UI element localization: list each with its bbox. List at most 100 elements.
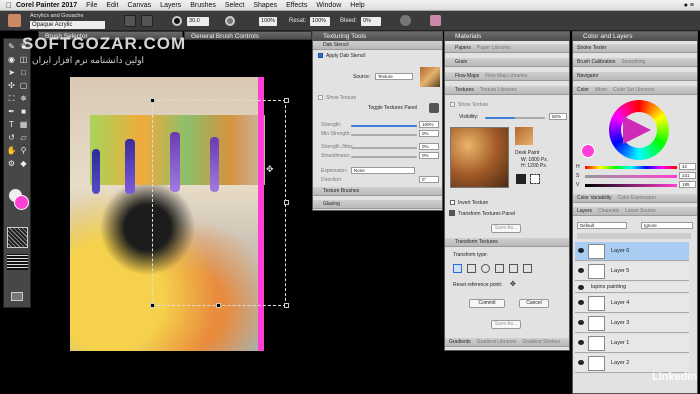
glazing-header[interactable]: Glazing: [313, 200, 442, 209]
hue-slider[interactable]: [585, 166, 677, 169]
lasso-icon[interactable]: ✣: [6, 80, 17, 91]
color-expression-tab[interactable]: Color Expression: [618, 195, 656, 201]
menu-canvas[interactable]: Canvas: [127, 2, 151, 9]
visibility-eye-icon[interactable]: [578, 300, 584, 305]
eraser-icon[interactable]: ◫: [18, 54, 29, 65]
brush-calibration-header[interactable]: Brush Calibration Smoothing: [573, 58, 697, 67]
direction-value[interactable]: 0°: [419, 176, 439, 183]
menu-file[interactable]: File: [86, 2, 97, 9]
menu-window[interactable]: Window: [316, 2, 341, 9]
menu-brushes[interactable]: Brushes: [190, 2, 216, 9]
reset-tool-icon[interactable]: [124, 15, 136, 27]
menu-help[interactable]: Help: [350, 2, 364, 9]
grain-header[interactable]: Grain: [445, 58, 569, 67]
commit-button[interactable]: Commit: [469, 299, 505, 308]
grabber-icon[interactable]: ✋: [6, 145, 17, 156]
textures-tab[interactable]: Textures: [455, 87, 474, 93]
transform-textures-header[interactable]: Transform Textures: [445, 238, 569, 247]
transform-icon[interactable]: □: [18, 67, 29, 78]
source-select[interactable]: Texture: [375, 73, 413, 80]
smoothness-track[interactable]: [351, 156, 417, 158]
gradients-header[interactable]: Gradients Gradient Libraries Gradient Stro…: [445, 338, 569, 347]
apple-icon[interactable]: : [6, 1, 12, 10]
strength-jitter-track[interactable]: [351, 147, 417, 149]
flow-maps-header[interactable]: Flow Maps Flow Map Libraries: [445, 72, 569, 81]
texture-library-preview[interactable]: [450, 127, 509, 188]
flow-maps-tab[interactable]: Flow Maps: [455, 73, 479, 79]
brush-variant-select[interactable]: Opaque Acrylic: [30, 21, 105, 29]
materials-title[interactable]: Materials: [445, 32, 569, 41]
brush-tool-icon[interactable]: ✎: [6, 41, 17, 52]
transform-handle[interactable]: [150, 98, 155, 103]
color-variability-tab[interactable]: Color Variability: [577, 195, 612, 201]
channels-tab[interactable]: Channels: [598, 208, 619, 214]
layer-row-layer-4[interactable]: Layer 4: [575, 294, 689, 313]
strength-value[interactable]: 100%: [419, 121, 439, 128]
show-texture-checkbox[interactable]: [318, 95, 323, 100]
show-texture-materials-checkbox[interactable]: [450, 102, 455, 107]
transform-handle[interactable]: [150, 303, 155, 308]
pen-icon[interactable]: ✒: [6, 106, 17, 117]
dab-preview-icon[interactable]: [400, 15, 411, 26]
transform-handle[interactable]: [284, 200, 289, 205]
visibility-value[interactable]: 50%: [549, 113, 567, 120]
composite-method-select[interactable]: Default: [577, 222, 627, 229]
transform-handle[interactable]: [284, 98, 289, 103]
layer-row-layer-1[interactable]: Layer 1: [575, 334, 689, 353]
magnifier-icon[interactable]: ⚲: [18, 145, 29, 156]
paper-swatch[interactable]: [7, 227, 28, 248]
skew-transform-icon[interactable]: [495, 264, 504, 273]
size-field[interactable]: 30.0: [187, 17, 209, 26]
gradient-libraries-tab[interactable]: Gradient Libraries: [477, 339, 517, 345]
h-value[interactable]: 42: [679, 163, 696, 170]
bleed-field[interactable]: 0%: [361, 17, 381, 26]
mirror-icon[interactable]: ▱: [18, 132, 29, 143]
cloner-icon[interactable]: ⚙: [6, 158, 17, 169]
papers-tab[interactable]: Papers: [455, 45, 471, 51]
rotate-transform-icon[interactable]: [481, 264, 490, 273]
menu-select[interactable]: Select: [225, 2, 244, 9]
color-wheel[interactable]: [609, 100, 669, 160]
texture-import-icon[interactable]: [516, 174, 526, 184]
layers-header[interactable]: Layers Channels Lasso Source: [573, 207, 697, 216]
cancel-button[interactable]: Cancel: [519, 299, 549, 308]
main-color-swatch[interactable]: [581, 144, 595, 158]
foreground-color-swatch[interactable]: [14, 195, 29, 210]
color-set-libraries-tab[interactable]: Color Set Libraries: [613, 87, 654, 93]
save-as-texture-button[interactable]: Save As...: [491, 224, 521, 233]
stroke-tester-header[interactable]: Stroke Tester: [573, 44, 697, 53]
menu-edit[interactable]: Edit: [106, 2, 118, 9]
transform-save-as-button[interactable]: Save As...: [491, 320, 521, 329]
distort-transform-icon[interactable]: [509, 264, 518, 273]
smoothing-tab[interactable]: Smoothing: [621, 59, 645, 65]
texture-capture-icon[interactable]: [530, 174, 540, 184]
paper-libraries-tab[interactable]: Paper Libraries: [477, 45, 511, 51]
flow-map-libraries-tab[interactable]: Flow Map Libraries: [485, 73, 527, 79]
transform-handle[interactable]: [284, 303, 289, 308]
move-transform-icon[interactable]: [453, 264, 462, 273]
rubber-stamp-icon[interactable]: ◆: [18, 158, 29, 169]
layer-row-layer-6[interactable]: Layer 6: [575, 242, 689, 261]
rotate-page-icon[interactable]: ↺: [6, 132, 17, 143]
color-header[interactable]: Color Mixer Color Set Libraries: [573, 86, 697, 95]
transform-handle[interactable]: [216, 303, 221, 308]
general-brush-controls-title[interactable]: General Brush Controls: [184, 31, 312, 40]
app-menu[interactable]: Corel Painter 2017: [16, 2, 77, 9]
toggle-textures-button[interactable]: [429, 103, 439, 113]
visibility-eye-icon[interactable]: [578, 248, 584, 253]
gradients-tab[interactable]: Gradients: [449, 339, 471, 345]
resat-field[interactable]: 100%: [310, 17, 330, 26]
visibility-eye-icon[interactable]: [578, 340, 584, 345]
brush-category[interactable]: Acrylics and Gouache: [30, 13, 84, 19]
s-value[interactable]: 231: [679, 172, 696, 179]
visibility-eye-icon[interactable]: [578, 285, 584, 290]
menu-layers[interactable]: Layers: [160, 2, 181, 9]
rect-select-icon[interactable]: ▢: [18, 80, 29, 91]
reference-point-icon[interactable]: ✥: [510, 280, 516, 288]
strength-jitter-value[interactable]: 0%: [419, 143, 439, 150]
min-strength-value[interactable]: 0%: [419, 130, 439, 137]
v-value[interactable]: 185: [679, 181, 696, 188]
preserve-select[interactable]: Ignore: [641, 222, 693, 229]
layer-adjuster-icon[interactable]: ➤: [6, 67, 17, 78]
texture-swatch[interactable]: [515, 127, 533, 145]
